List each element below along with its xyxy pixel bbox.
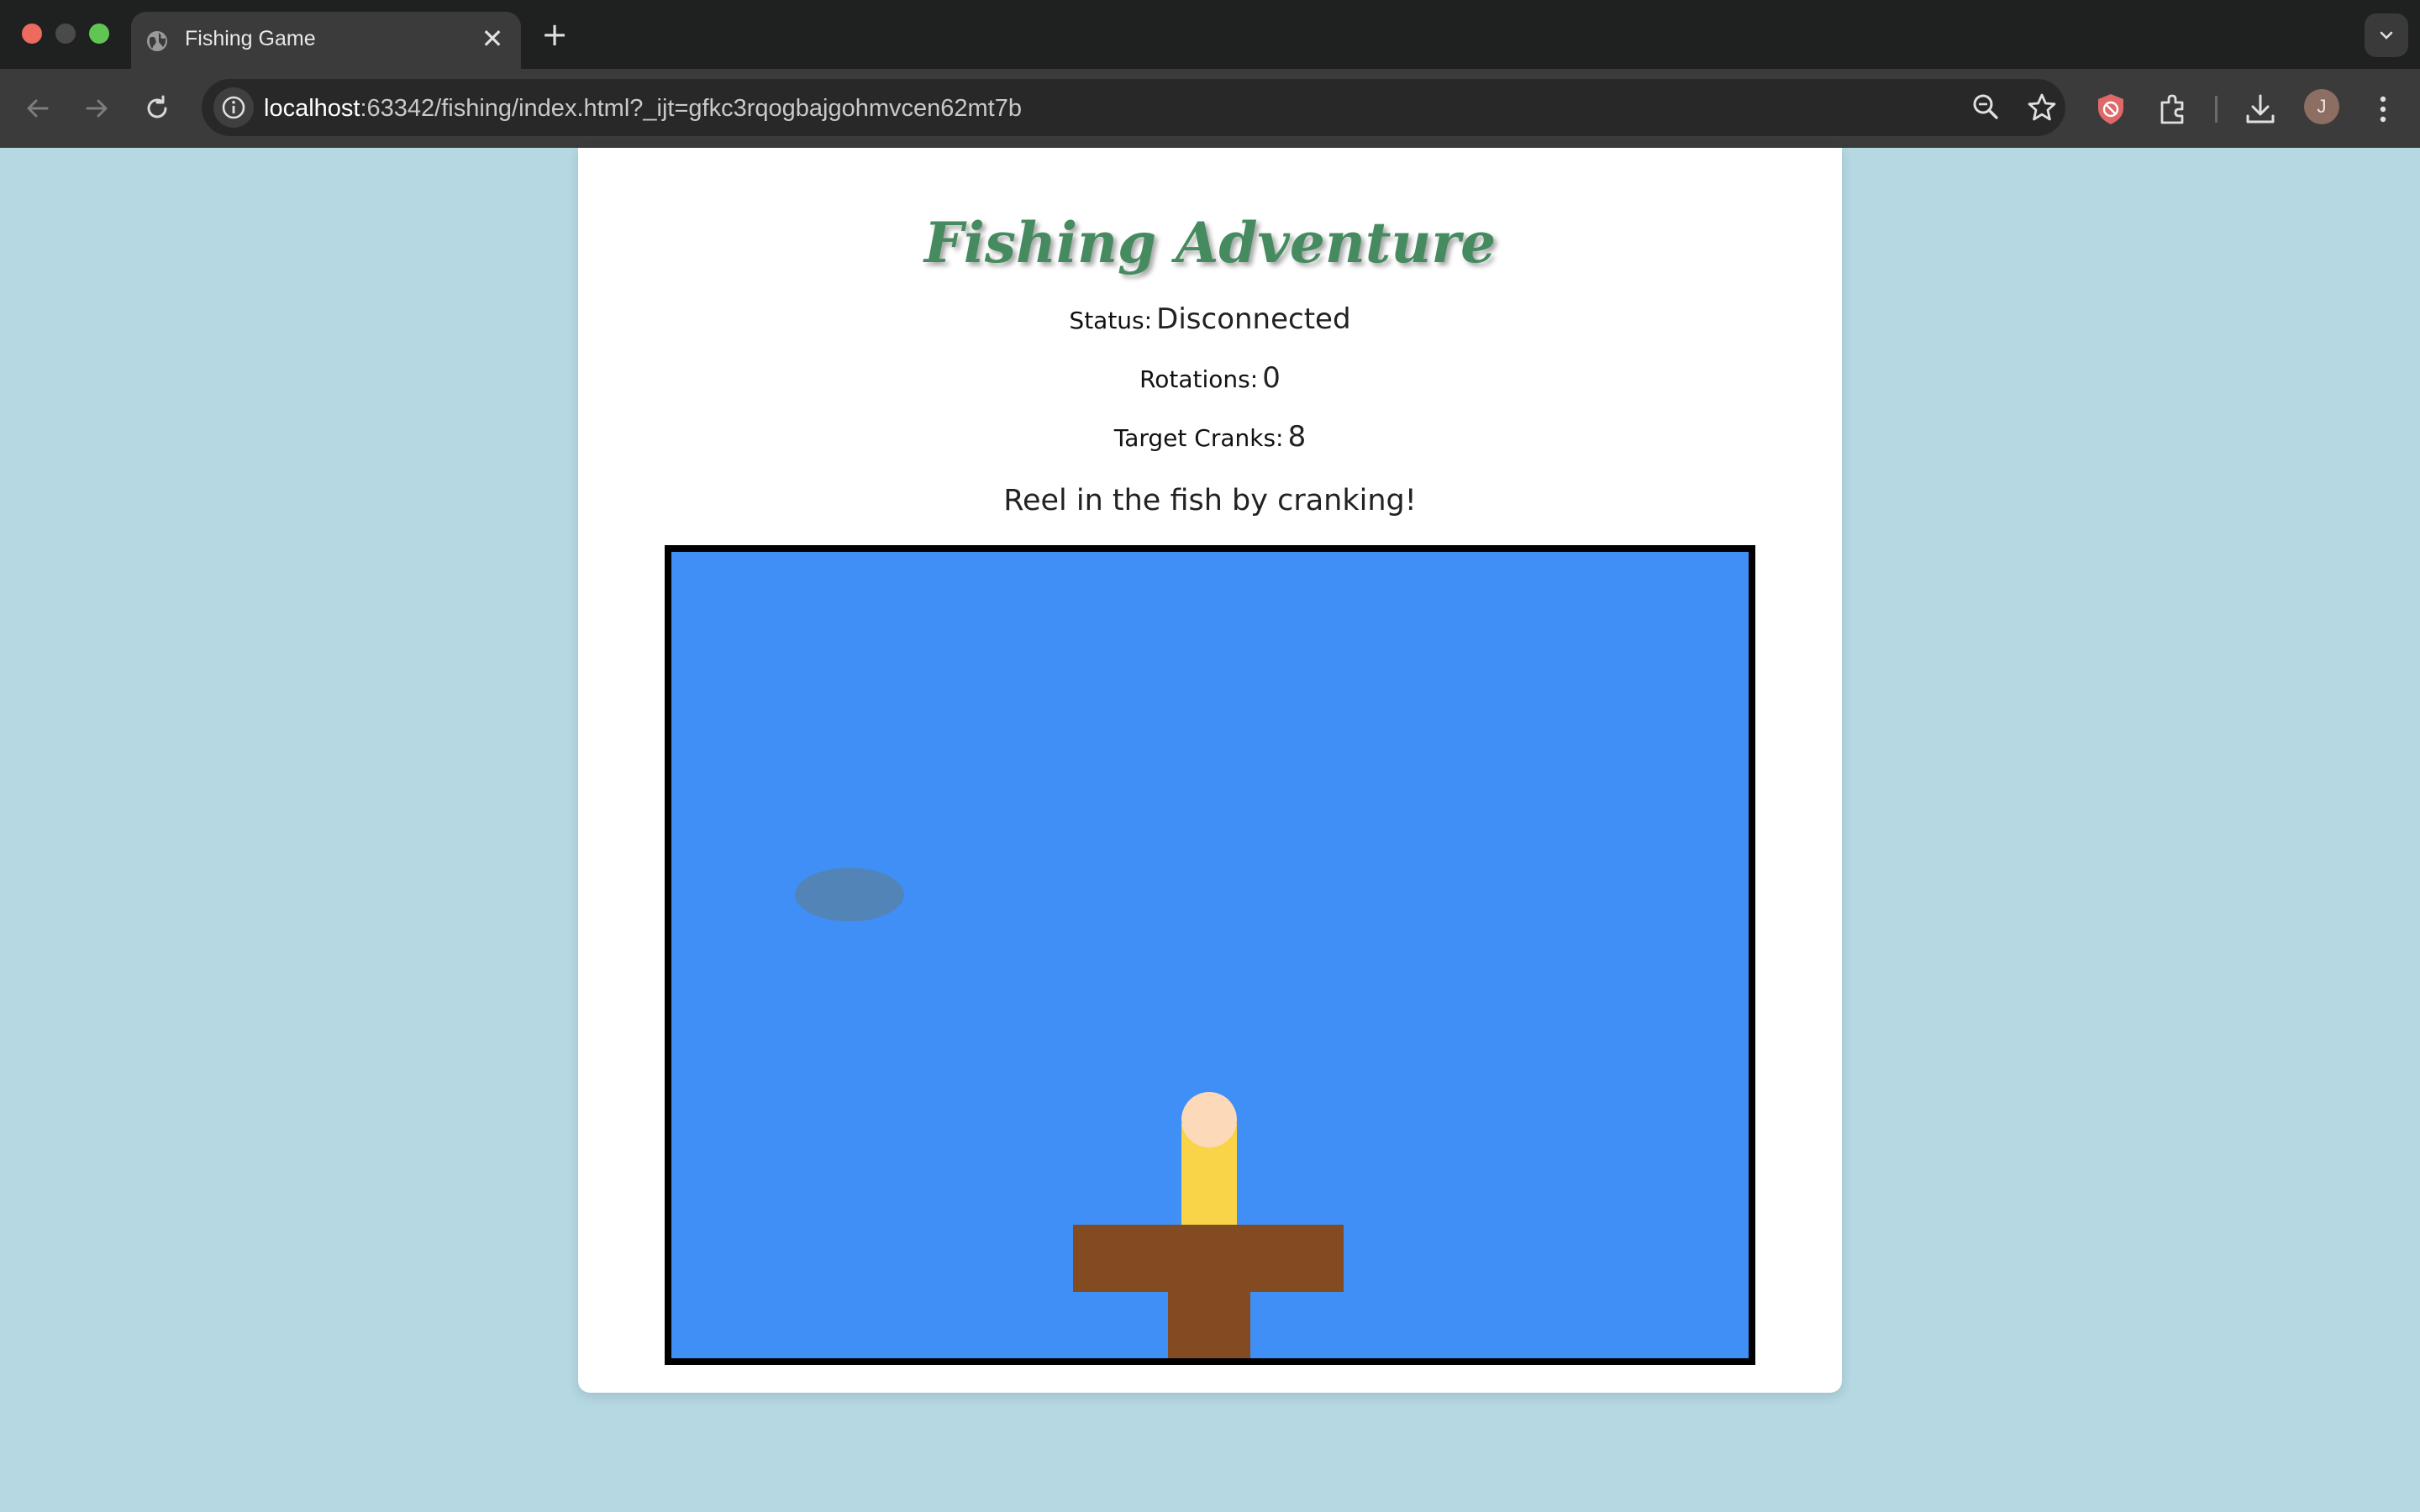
rotations-line: Rotations: 0: [578, 361, 1842, 395]
chevron-down-icon: [2380, 31, 2393, 39]
target-cranks-label: Target Cranks:: [1113, 424, 1284, 452]
download-icon[interactable]: [2242, 91, 2279, 128]
bookmark-star-icon[interactable]: [2023, 89, 2060, 126]
rotations-label: Rotations:: [1139, 365, 1259, 393]
close-tab-icon[interactable]: ✕: [479, 25, 506, 52]
profile-avatar[interactable]: J: [2304, 89, 2339, 124]
fish-shadow: [795, 868, 904, 921]
url-path: :63342/fishing/index.html?_ijt=gfkc3rqog…: [360, 95, 1022, 122]
status-value: Disconnected: [1156, 302, 1351, 336]
kebab-menu-icon[interactable]: [2365, 91, 2402, 128]
forward-icon[interactable]: [77, 89, 116, 128]
target-cranks-line: Target Cranks: 8: [578, 420, 1842, 454]
new-tab-button[interactable]: +: [538, 18, 571, 52]
toolbar-divider: [2215, 96, 2217, 123]
status-label: Status:: [1069, 307, 1153, 334]
tab-search-button[interactable]: [2365, 13, 2408, 57]
game-canvas[interactable]: [665, 545, 1755, 1365]
back-icon[interactable]: [18, 89, 57, 128]
instructions-text: Reel in the fish by cranking!: [1003, 484, 1417, 517]
tab-title: Fishing Game: [185, 27, 316, 50]
address-bar[interactable]: localhost:63342/fishing/index.html?_ijt=…: [202, 79, 2065, 136]
status-line: Status: Disconnected: [578, 302, 1842, 336]
globe-icon: [147, 31, 167, 51]
browser-toolbar: localhost:63342/fishing/index.html?_ijt=…: [0, 69, 2420, 148]
url-host: localhost: [264, 95, 360, 122]
minimize-window-button[interactable]: [55, 24, 76, 44]
browser-tab-bar: Fishing Game ✕ +: [0, 0, 2420, 69]
close-window-button[interactable]: [22, 24, 42, 44]
rotations-value: 0: [1262, 361, 1281, 395]
page-title: Fishing Adventure: [923, 210, 1497, 276]
url-text[interactable]: localhost:63342/fishing/index.html?_ijt=…: [264, 95, 1022, 123]
dock-post: [1168, 1292, 1250, 1358]
shield-extension-icon[interactable]: [2092, 91, 2129, 128]
zoom-icon[interactable]: [1968, 89, 2005, 126]
reload-icon[interactable]: [138, 89, 176, 128]
site-info-icon[interactable]: [213, 87, 254, 128]
maximize-window-button[interactable]: [89, 24, 109, 44]
dock-crossbar: [1073, 1225, 1344, 1292]
target-cranks-value: 8: [1287, 420, 1307, 454]
extensions-icon[interactable]: [2154, 91, 2191, 128]
game-card: Fishing Adventure Status: Disconnected R…: [578, 148, 1842, 1393]
crank-knob: [1181, 1092, 1237, 1147]
browser-tab[interactable]: Fishing Game ✕: [131, 12, 521, 69]
